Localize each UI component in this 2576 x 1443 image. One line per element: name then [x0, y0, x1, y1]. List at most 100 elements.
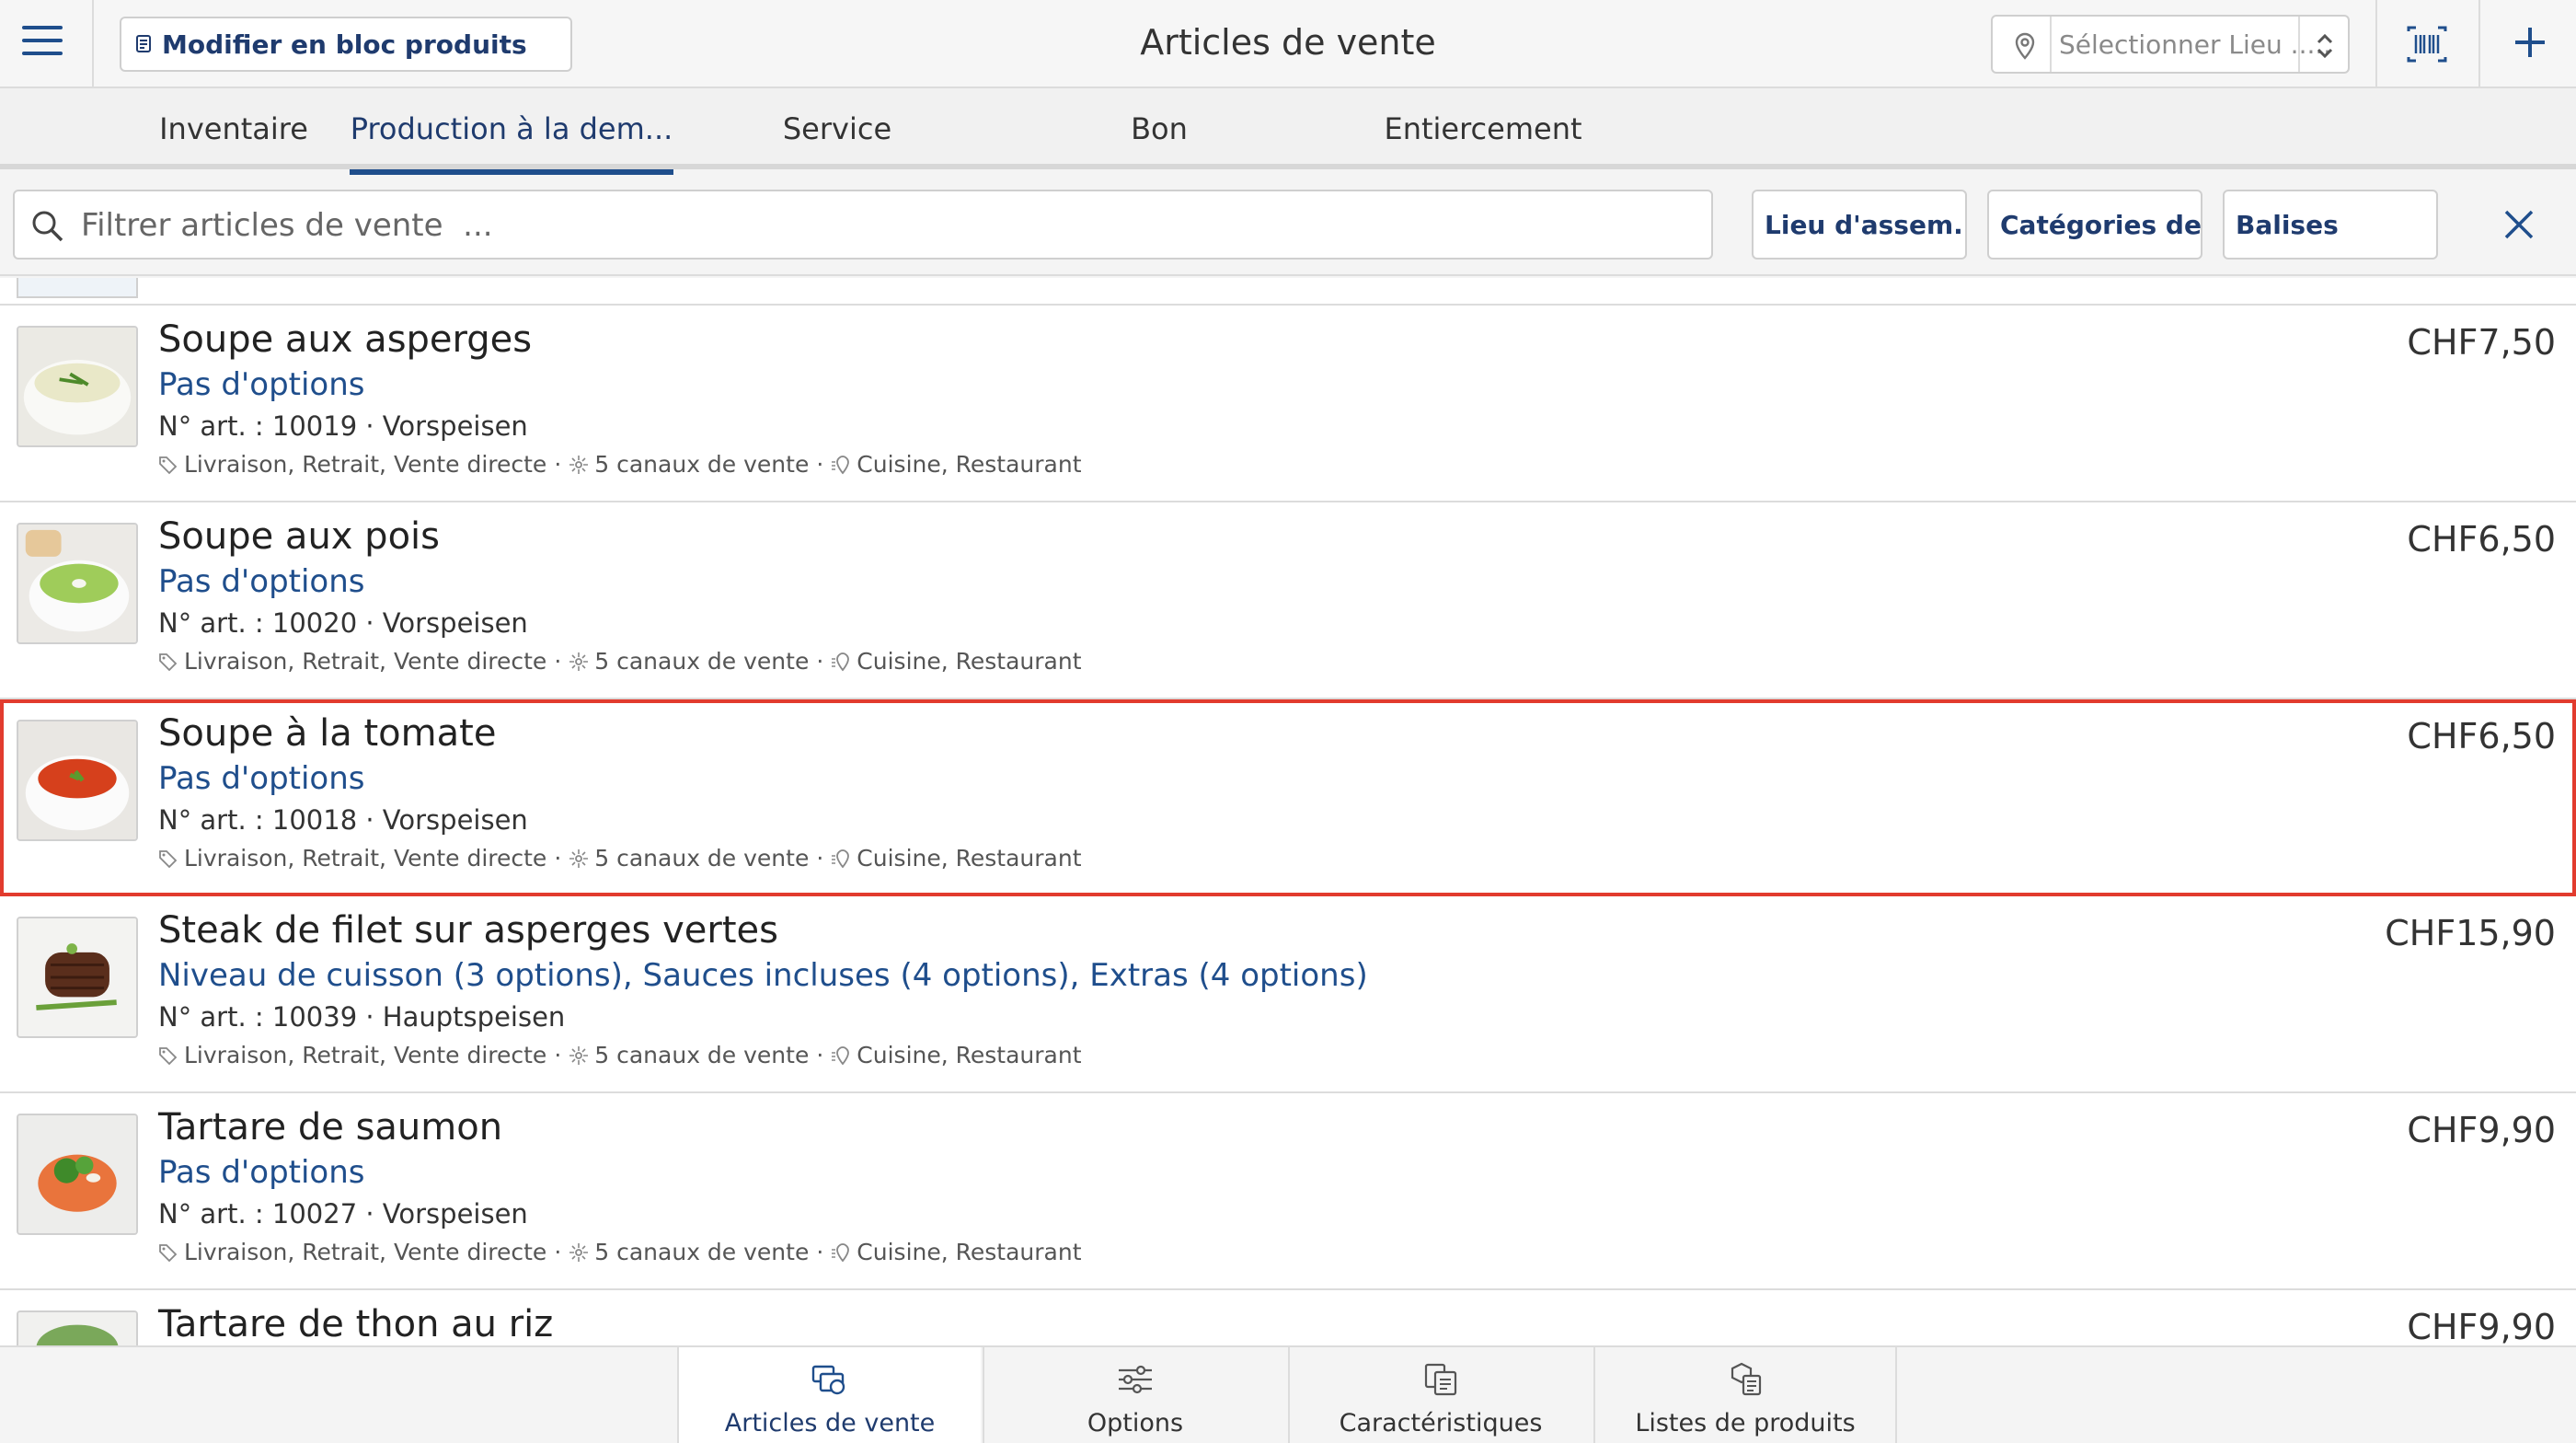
search-input[interactable]: [81, 201, 1645, 250]
chevron-updown-icon: [2317, 33, 2333, 59]
tag-icon: [159, 456, 178, 474]
category-tabs: Inventaire Production à la dem... Servic…: [0, 88, 2576, 175]
tab-service[interactable]: Service: [699, 88, 975, 169]
bulk-edit-button[interactable]: Modifier en bloc produits: [120, 17, 572, 72]
barcode-icon[interactable]: [2405, 24, 2449, 64]
sales-channels: Livraison, Retrait, Vente directe: [184, 845, 547, 872]
product-price: CHF6,50: [2407, 519, 2556, 560]
nav-product-lists[interactable]: Listes de produits: [1593, 1347, 1897, 1443]
filter-bar: Lieu d'assem... Catégories de... Balises: [0, 175, 2576, 276]
separator: ·: [554, 845, 562, 872]
separator: ·: [816, 845, 824, 872]
product-meta: N° art. : 10027 · Vorspeisen: [158, 1198, 528, 1229]
channel-count: 5 canaux de vente: [594, 845, 810, 872]
product-name: Steak de filet sur asperges vertes: [158, 909, 778, 952]
close-icon[interactable]: [2497, 202, 2541, 247]
product-thumbnail: [17, 278, 138, 298]
production-locations: Cuisine, Restaurant: [857, 1042, 1082, 1068]
sales-channels: Livraison, Retrait, Vente directe: [184, 451, 547, 478]
divider: [92, 0, 94, 88]
tab-production[interactable]: Production à la dem...: [350, 88, 673, 175]
location-icon: [832, 652, 850, 671]
list-item[interactable]: Tartare de saumon Pas d'options N° art. …: [0, 1093, 2576, 1290]
characteristics-icon: [1424, 1363, 1457, 1396]
hamburger-icon[interactable]: [22, 26, 63, 63]
list-item[interactable]: [0, 278, 2576, 306]
product-price: CHF7,50: [2407, 322, 2556, 363]
nav-options[interactable]: Options: [983, 1347, 1286, 1443]
list-item[interactable]: Soupe aux asperges Pas d'options N° art.…: [0, 306, 2576, 502]
product-tags: Livraison, Retrait, Vente directe · 5 can…: [158, 648, 1082, 675]
sales-channels: Livraison, Retrait, Vente directe: [184, 1239, 547, 1265]
product-meta: N° art. : 10039 · Hauptspeisen: [158, 1001, 566, 1033]
location-icon: [832, 1045, 850, 1065]
channels-icon: [569, 1242, 589, 1262]
divider: [2050, 17, 2052, 72]
nav-label: Listes de produits: [1635, 1409, 1856, 1437]
product-options: Pas d'options: [158, 1154, 365, 1191]
sliders-icon: [1119, 1365, 1152, 1394]
location-icon: [832, 848, 850, 868]
nav-characteristics[interactable]: Caractéristiques: [1288, 1347, 1592, 1443]
tomato-soup-image: [18, 722, 136, 839]
location-icon: [832, 455, 850, 474]
tag-icon: [159, 1243, 178, 1262]
product-name: Soupe à la tomate: [158, 712, 497, 755]
tab-inventaire[interactable]: Inventaire: [96, 88, 372, 169]
tuna-tartare-image: [18, 1312, 136, 1345]
product-price: CHF9,90: [2407, 1110, 2556, 1150]
separator: ·: [554, 451, 562, 478]
production-locations: Cuisine, Restaurant: [857, 648, 1082, 675]
channels-icon: [569, 455, 589, 474]
product-tags: Livraison, Retrait, Vente directe · 5 can…: [158, 1239, 1082, 1265]
separator: ·: [554, 1042, 562, 1068]
plus-icon[interactable]: [2510, 22, 2550, 63]
channel-count: 5 canaux de vente: [594, 648, 810, 675]
tab-bon[interactable]: Bon: [1021, 88, 1297, 169]
sales-channels: Livraison, Retrait, Vente directe: [184, 648, 547, 675]
bottom-nav: Articles de vente Options Caractéristiqu…: [0, 1345, 2576, 1443]
product-tags: Livraison, Retrait, Vente directe · 5 can…: [158, 845, 1082, 872]
separator: ·: [816, 1239, 824, 1265]
product-list: Soupe aux asperges Pas d'options N° art.…: [0, 278, 2576, 1345]
product-thumbnail: [17, 1310, 138, 1345]
separator: ·: [816, 1042, 824, 1068]
channel-count: 5 canaux de vente: [594, 1239, 810, 1265]
product-name: Soupe aux asperges: [158, 318, 533, 361]
product-lists-icon: [1731, 1362, 1762, 1396]
product-options: Pas d'options: [158, 366, 365, 403]
production-locations: Cuisine, Restaurant: [857, 1239, 1082, 1265]
location-icon: [832, 1242, 850, 1262]
product-thumbnail: [17, 1114, 138, 1235]
filter-tags-button[interactable]: Balises: [2223, 190, 2438, 260]
divider: [2478, 0, 2480, 88]
tag-icon: [159, 652, 178, 671]
product-meta: N° art. : 10020 · Vorspeisen: [158, 607, 528, 639]
production-locations: Cuisine, Restaurant: [857, 451, 1082, 478]
tab-entiercement[interactable]: Entiercement: [1345, 88, 1621, 169]
product-options: Niveau de cuisson (3 options), Sauces in…: [158, 957, 1368, 994]
search-box: [13, 190, 1713, 260]
filter-assembly-location-button[interactable]: Lieu d'assem...: [1752, 190, 1967, 260]
channels-icon: [569, 1045, 589, 1065]
nav-label: Caractéristiques: [1339, 1409, 1543, 1437]
product-price: CHF6,50: [2407, 716, 2556, 756]
sales-channels: Livraison, Retrait, Vente directe: [184, 1042, 547, 1068]
nav-sale-items[interactable]: Articles de vente: [677, 1347, 981, 1443]
divider: [2375, 0, 2377, 88]
product-tags: Livraison, Retrait, Vente directe · 5 can…: [158, 451, 1082, 478]
list-item-selected[interactable]: Soupe à la tomate Pas d'options N° art. …: [0, 699, 2576, 896]
pea-soup-image: [18, 525, 136, 642]
product-thumbnail: [17, 326, 138, 447]
filter-categories-button[interactable]: Catégories de...: [1987, 190, 2202, 260]
bulk-edit-label: Modifier en bloc produits: [162, 29, 527, 60]
list-item[interactable]: Steak de filet sur asperges vertes Nivea…: [0, 896, 2576, 1093]
divider: [2298, 17, 2300, 72]
location-placeholder: Sélectionner Lieu .....: [2059, 29, 2332, 60]
list-item[interactable]: Tartare de thon au riz CHF9,90: [0, 1290, 2576, 1345]
list-item[interactable]: Soupe aux pois Pas d'options N° art. : 1…: [0, 502, 2576, 699]
location-select[interactable]: Sélectionner Lieu .....: [1991, 15, 2350, 74]
separator: ·: [816, 451, 824, 478]
product-price: CHF9,90: [2407, 1307, 2556, 1345]
nav-label: Options: [1087, 1409, 1184, 1437]
